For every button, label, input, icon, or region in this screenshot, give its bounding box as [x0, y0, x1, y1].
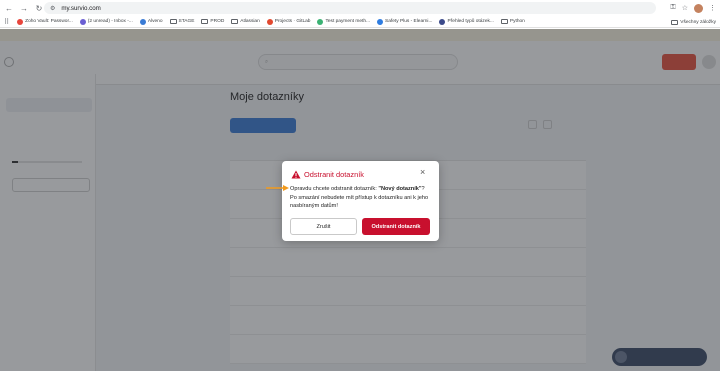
- question-suffix: ?: [421, 186, 425, 192]
- all-bookmarks-link[interactable]: Všechny záložky: [680, 20, 716, 25]
- alveno-icon: [139, 18, 146, 25]
- bookmark-label: Python: [509, 19, 525, 24]
- bookmark-label: Přehled typů otázek...: [447, 19, 494, 24]
- bookmark-item[interactable]: (2 unread) - Inbox -...: [79, 18, 133, 25]
- warning-icon: [291, 170, 301, 179]
- delete-survey-dialog: Odstranit dotazník × Opravdu chcete odst…: [282, 161, 439, 241]
- apps-grid-icon[interactable]: ⠿: [4, 18, 9, 26]
- annotation-arrow-icon: [266, 185, 289, 191]
- bookmark-item[interactable]: PROD: [201, 19, 224, 24]
- profile-avatar[interactable]: [694, 3, 703, 13]
- folder-icon: [231, 19, 239, 24]
- back-icon[interactable]: ←: [3, 2, 15, 14]
- warning-text: Po smazání nebudete mít přístup k dotazn…: [290, 194, 429, 210]
- bookmark-item[interactable]: Atlassian: [231, 19, 260, 24]
- bookmark-label: Safety Plus - Elearni...: [385, 19, 433, 24]
- gitlab-icon: [266, 18, 273, 25]
- bookmark-item[interactable]: Test payment meth...: [317, 18, 371, 25]
- bookmark-label: Zoho Vault: Passwor...: [25, 19, 73, 24]
- password-key-icon[interactable]: ⚿: [670, 4, 675, 12]
- dialog-message: Opravdu chcete odstranit dotazník: "Nový…: [290, 185, 436, 211]
- bookmark-label: Alveno: [147, 19, 163, 24]
- question-prefix: Opravdu chcete odstranit dotazník:: [290, 186, 379, 192]
- folder-icon: [169, 19, 177, 24]
- safety-icon: [377, 18, 384, 25]
- bookmark-label: (2 unread) - Inbox -...: [87, 19, 133, 24]
- bookmark-item[interactable]: Projects · GitLab: [266, 18, 311, 25]
- survey-name: "Nový dotazník": [378, 186, 422, 192]
- url-text: my.survio.com: [61, 4, 101, 12]
- bookmark-label: Test payment meth...: [325, 19, 371, 24]
- bookmark-label: PROD: [210, 19, 225, 24]
- stripe-icon: [317, 18, 324, 25]
- folder-icon: [500, 19, 508, 24]
- bookmark-item[interactable]: Python: [500, 19, 525, 24]
- zoho-icon: [17, 18, 24, 25]
- bookmarks-bar: ⠿ Zoho Vault: Passwor... (2 unread) - Inb…: [0, 16, 720, 28]
- bookmark-item[interactable]: Alveno: [139, 18, 163, 25]
- delete-survey-button[interactable]: Odstranit dotazník: [362, 218, 430, 235]
- bookmark-label: Projects · GitLab: [274, 19, 311, 24]
- bookmark-item[interactable]: Zoho Vault: Passwor...: [17, 18, 73, 25]
- browser-menu-icon[interactable]: ⋮: [709, 4, 716, 12]
- cancel-button[interactable]: Zrušit: [290, 218, 357, 235]
- site-settings-icon[interactable]: ⚙: [50, 5, 55, 12]
- bookmark-item[interactable]: Safety Plus - Elearni...: [377, 18, 433, 25]
- folder-icon: [671, 19, 679, 25]
- forward-icon[interactable]: →: [18, 2, 30, 14]
- bookmark-item[interactable]: Přehled typů otázek...: [439, 18, 494, 25]
- bookmark-item[interactable]: STAGE: [169, 19, 195, 24]
- bookmark-label: Atlassian: [240, 19, 260, 24]
- bookmark-label: STAGE: [178, 19, 195, 24]
- address-bar[interactable]: ⚙ my.survio.com: [44, 2, 656, 14]
- mail-icon: [79, 18, 86, 25]
- browser-toolbar: ← → ↻ ⚙ my.survio.com ⚿ ☆ ⋮: [0, 0, 720, 16]
- folder-icon: [201, 19, 209, 24]
- bookmark-star-icon[interactable]: ☆: [682, 4, 688, 12]
- dialog-title: Odstranit dotazník: [304, 170, 364, 179]
- survio-icon: [439, 18, 446, 25]
- close-icon[interactable]: ×: [420, 168, 425, 177]
